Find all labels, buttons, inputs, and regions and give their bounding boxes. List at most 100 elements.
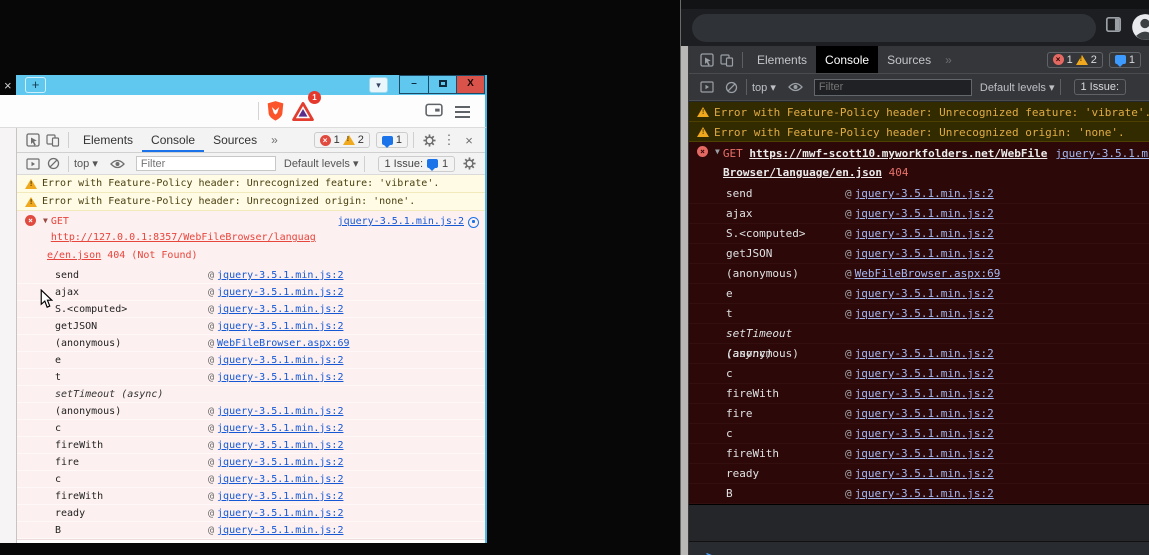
expand-triangle[interactable]: ▼	[43, 216, 48, 225]
wallet-icon[interactable]	[425, 103, 443, 117]
console-warning-row[interactable]: Error with Feature-Policy header: Unreco…	[17, 193, 485, 211]
stack-source-link[interactable]: jquery-3.5.1.min.js:2	[855, 187, 994, 200]
request-url-link-cont[interactable]: Browser/language/en.json	[723, 166, 882, 179]
message-count-badge[interactable]: 1	[376, 132, 408, 148]
error-message-line[interactable]: × ▼ GET https://mwf-scott10.myworkfolder…	[689, 142, 1149, 164]
tab-sources[interactable]: Sources	[878, 46, 940, 73]
device-toolbar-icon[interactable]	[43, 130, 63, 150]
stack-source-link[interactable]: jquery-3.5.1.min.js:2	[217, 321, 343, 332]
stack-source-link[interactable]: jquery-3.5.1.min.js:2	[217, 440, 343, 451]
sidebar-toggle-icon[interactable]	[1105, 16, 1122, 33]
stack-source-link[interactable]: jquery-3.5.1.min.js:2	[855, 207, 994, 220]
stack-source-link[interactable]: jquery-3.5.1.min.js:2	[217, 304, 343, 315]
clear-console-icon[interactable]	[43, 154, 63, 174]
tab-close-icon[interactable]: ×	[4, 78, 12, 93]
filter-input[interactable]	[136, 156, 276, 171]
issue-link-icon[interactable]	[468, 217, 479, 228]
stack-source-link[interactable]: WebFileBrowser.aspx:69	[217, 338, 349, 349]
stack-source-link[interactable]: jquery-3.5.1.min.js:2	[217, 423, 343, 434]
console-warning-row[interactable]: Error with Feature-Policy header: Unreco…	[17, 175, 485, 193]
stack-source-link[interactable]: jquery-3.5.1.min.js:2	[217, 355, 343, 366]
clear-console-icon[interactable]	[721, 77, 741, 97]
stack-source-link[interactable]: jquery-3.5.1.min.js:2	[217, 491, 343, 502]
stack-source-link[interactable]: jquery-3.5.1.min.js:2	[217, 508, 343, 519]
console-settings-gear-icon[interactable]	[459, 154, 479, 174]
more-tabs-button[interactable]: »	[266, 133, 283, 147]
new-tab-button[interactable]: +	[25, 77, 46, 93]
tab-dropdown-button[interactable]: ▾	[369, 77, 388, 93]
stack-source-link[interactable]: jquery-3.5.1.min.js:2	[855, 367, 994, 380]
inspect-icon[interactable]	[697, 50, 717, 70]
dock-side-icon[interactable]	[23, 154, 43, 174]
address-bar[interactable]	[692, 14, 1096, 42]
error-message-line[interactable]: × ▼ GET http://127.0.0.1:8357/WebFileBro…	[17, 211, 485, 248]
stack-source-link[interactable]: jquery-3.5.1.min.js:2	[855, 467, 994, 480]
stack-frame: e@jquery-3.5.1.min.js:2	[689, 284, 1149, 304]
stack-source-link[interactable]: jquery-3.5.1.min.js:2	[217, 525, 343, 536]
brave-shield-icon[interactable]	[267, 101, 284, 121]
default-levels-dropdown[interactable]: Default levels ▾	[980, 81, 1055, 94]
devtools-close-icon[interactable]: ×	[459, 130, 479, 150]
issues-box[interactable]: 1 Issue: 1	[378, 156, 456, 172]
request-url-link[interactable]: https://mwf-scott10.myworkfolders.net/We…	[749, 147, 1047, 160]
extension-triangle-icon[interactable]	[292, 102, 314, 121]
stack-source-link[interactable]: jquery-3.5.1.min.js:2	[855, 487, 994, 500]
console-prompt[interactable]: >	[17, 540, 485, 543]
tab-elements[interactable]: Elements	[748, 46, 816, 73]
profile-avatar[interactable]	[1131, 13, 1149, 41]
stack-source-link[interactable]: WebFileBrowser.aspx:69	[855, 267, 1001, 280]
tab-console[interactable]: Console	[816, 46, 878, 73]
source-link[interactable]: jquery-3.5.1.min.js:2	[338, 214, 464, 230]
console-prompt[interactable]: >	[689, 542, 1149, 555]
stack-source-link[interactable]: jquery-3.5.1.min.js:2	[217, 372, 343, 383]
kebab-menu-icon[interactable]: ⋮	[439, 130, 459, 150]
console-warning-row[interactable]: Error with Feature-Policy header: Unreco…	[689, 122, 1149, 142]
stack-source-link[interactable]: jquery-3.5.1.min.js:2	[855, 247, 994, 260]
context-selector[interactable]: top ▾	[752, 81, 776, 94]
source-link[interactable]: jquery-3.5.1.min.js:2	[1055, 147, 1149, 160]
menu-icon[interactable]	[455, 103, 470, 121]
stack-source-link[interactable]: jquery-3.5.1.min.js:2	[855, 447, 994, 460]
tab-sources[interactable]: Sources	[204, 128, 266, 152]
error-warning-count-badge[interactable]: × 1 2	[314, 132, 370, 148]
stack-source-link[interactable]: jquery-3.5.1.min.js:2	[855, 287, 994, 300]
tab-console[interactable]: Console	[142, 128, 204, 152]
stack-frame: fireWith@jquery-3.5.1.min.js:2	[17, 437, 485, 454]
default-levels-dropdown[interactable]: Default levels ▾	[284, 157, 359, 170]
close-button[interactable]: X	[456, 76, 484, 93]
message-count-badge[interactable]: 1	[1109, 52, 1141, 68]
filter-input[interactable]	[814, 79, 972, 96]
context-selector[interactable]: top ▾	[74, 157, 98, 170]
expand-triangle[interactable]: ▼	[715, 147, 720, 156]
issues-box[interactable]: 1 Issue:	[1074, 79, 1127, 95]
stack-source-link[interactable]: jquery-3.5.1.min.js:2	[855, 307, 994, 320]
eye-icon[interactable]	[786, 77, 806, 97]
stack-source-link[interactable]: jquery-3.5.1.min.js:2	[855, 427, 994, 440]
request-url-link-cont[interactable]: e/en.json	[47, 250, 101, 261]
stack-source-link[interactable]: jquery-3.5.1.min.js:2	[855, 347, 994, 360]
title-bar[interactable]: + ▾ – X	[16, 75, 487, 95]
stack-function-name: S.<computed>	[55, 301, 208, 317]
stack-at-symbol: @	[845, 307, 852, 320]
maximize-button[interactable]	[428, 76, 456, 93]
stack-source-link[interactable]: jquery-3.5.1.min.js:2	[217, 287, 343, 298]
console-warning-row[interactable]: Error with Feature-Policy header: Unreco…	[689, 102, 1149, 122]
stack-source-link[interactable]: jquery-3.5.1.min.js:2	[855, 227, 994, 240]
eye-icon[interactable]	[108, 154, 128, 174]
error-icon: ×	[697, 146, 708, 157]
device-toolbar-icon[interactable]	[717, 50, 737, 70]
dock-side-icon[interactable]	[697, 77, 717, 97]
settings-gear-icon[interactable]	[419, 130, 439, 150]
minimize-button[interactable]: –	[400, 76, 428, 93]
stack-source-link[interactable]: jquery-3.5.1.min.js:2	[855, 407, 994, 420]
stack-source-link[interactable]: jquery-3.5.1.min.js:2	[217, 406, 343, 417]
more-tabs-button[interactable]: »	[940, 53, 957, 67]
stack-source-link[interactable]: jquery-3.5.1.min.js:2	[217, 270, 343, 281]
request-url-link[interactable]: http://127.0.0.1:8357/WebFileBrowser/lan…	[51, 232, 316, 243]
stack-source-link[interactable]: jquery-3.5.1.min.js:2	[855, 387, 994, 400]
tab-elements[interactable]: Elements	[74, 128, 142, 152]
inspect-icon[interactable]	[23, 130, 43, 150]
error-warning-count-badge[interactable]: × 1 2	[1047, 52, 1103, 68]
stack-source-link[interactable]: jquery-3.5.1.min.js:2	[217, 457, 343, 468]
stack-source-link[interactable]: jquery-3.5.1.min.js:2	[217, 474, 343, 485]
